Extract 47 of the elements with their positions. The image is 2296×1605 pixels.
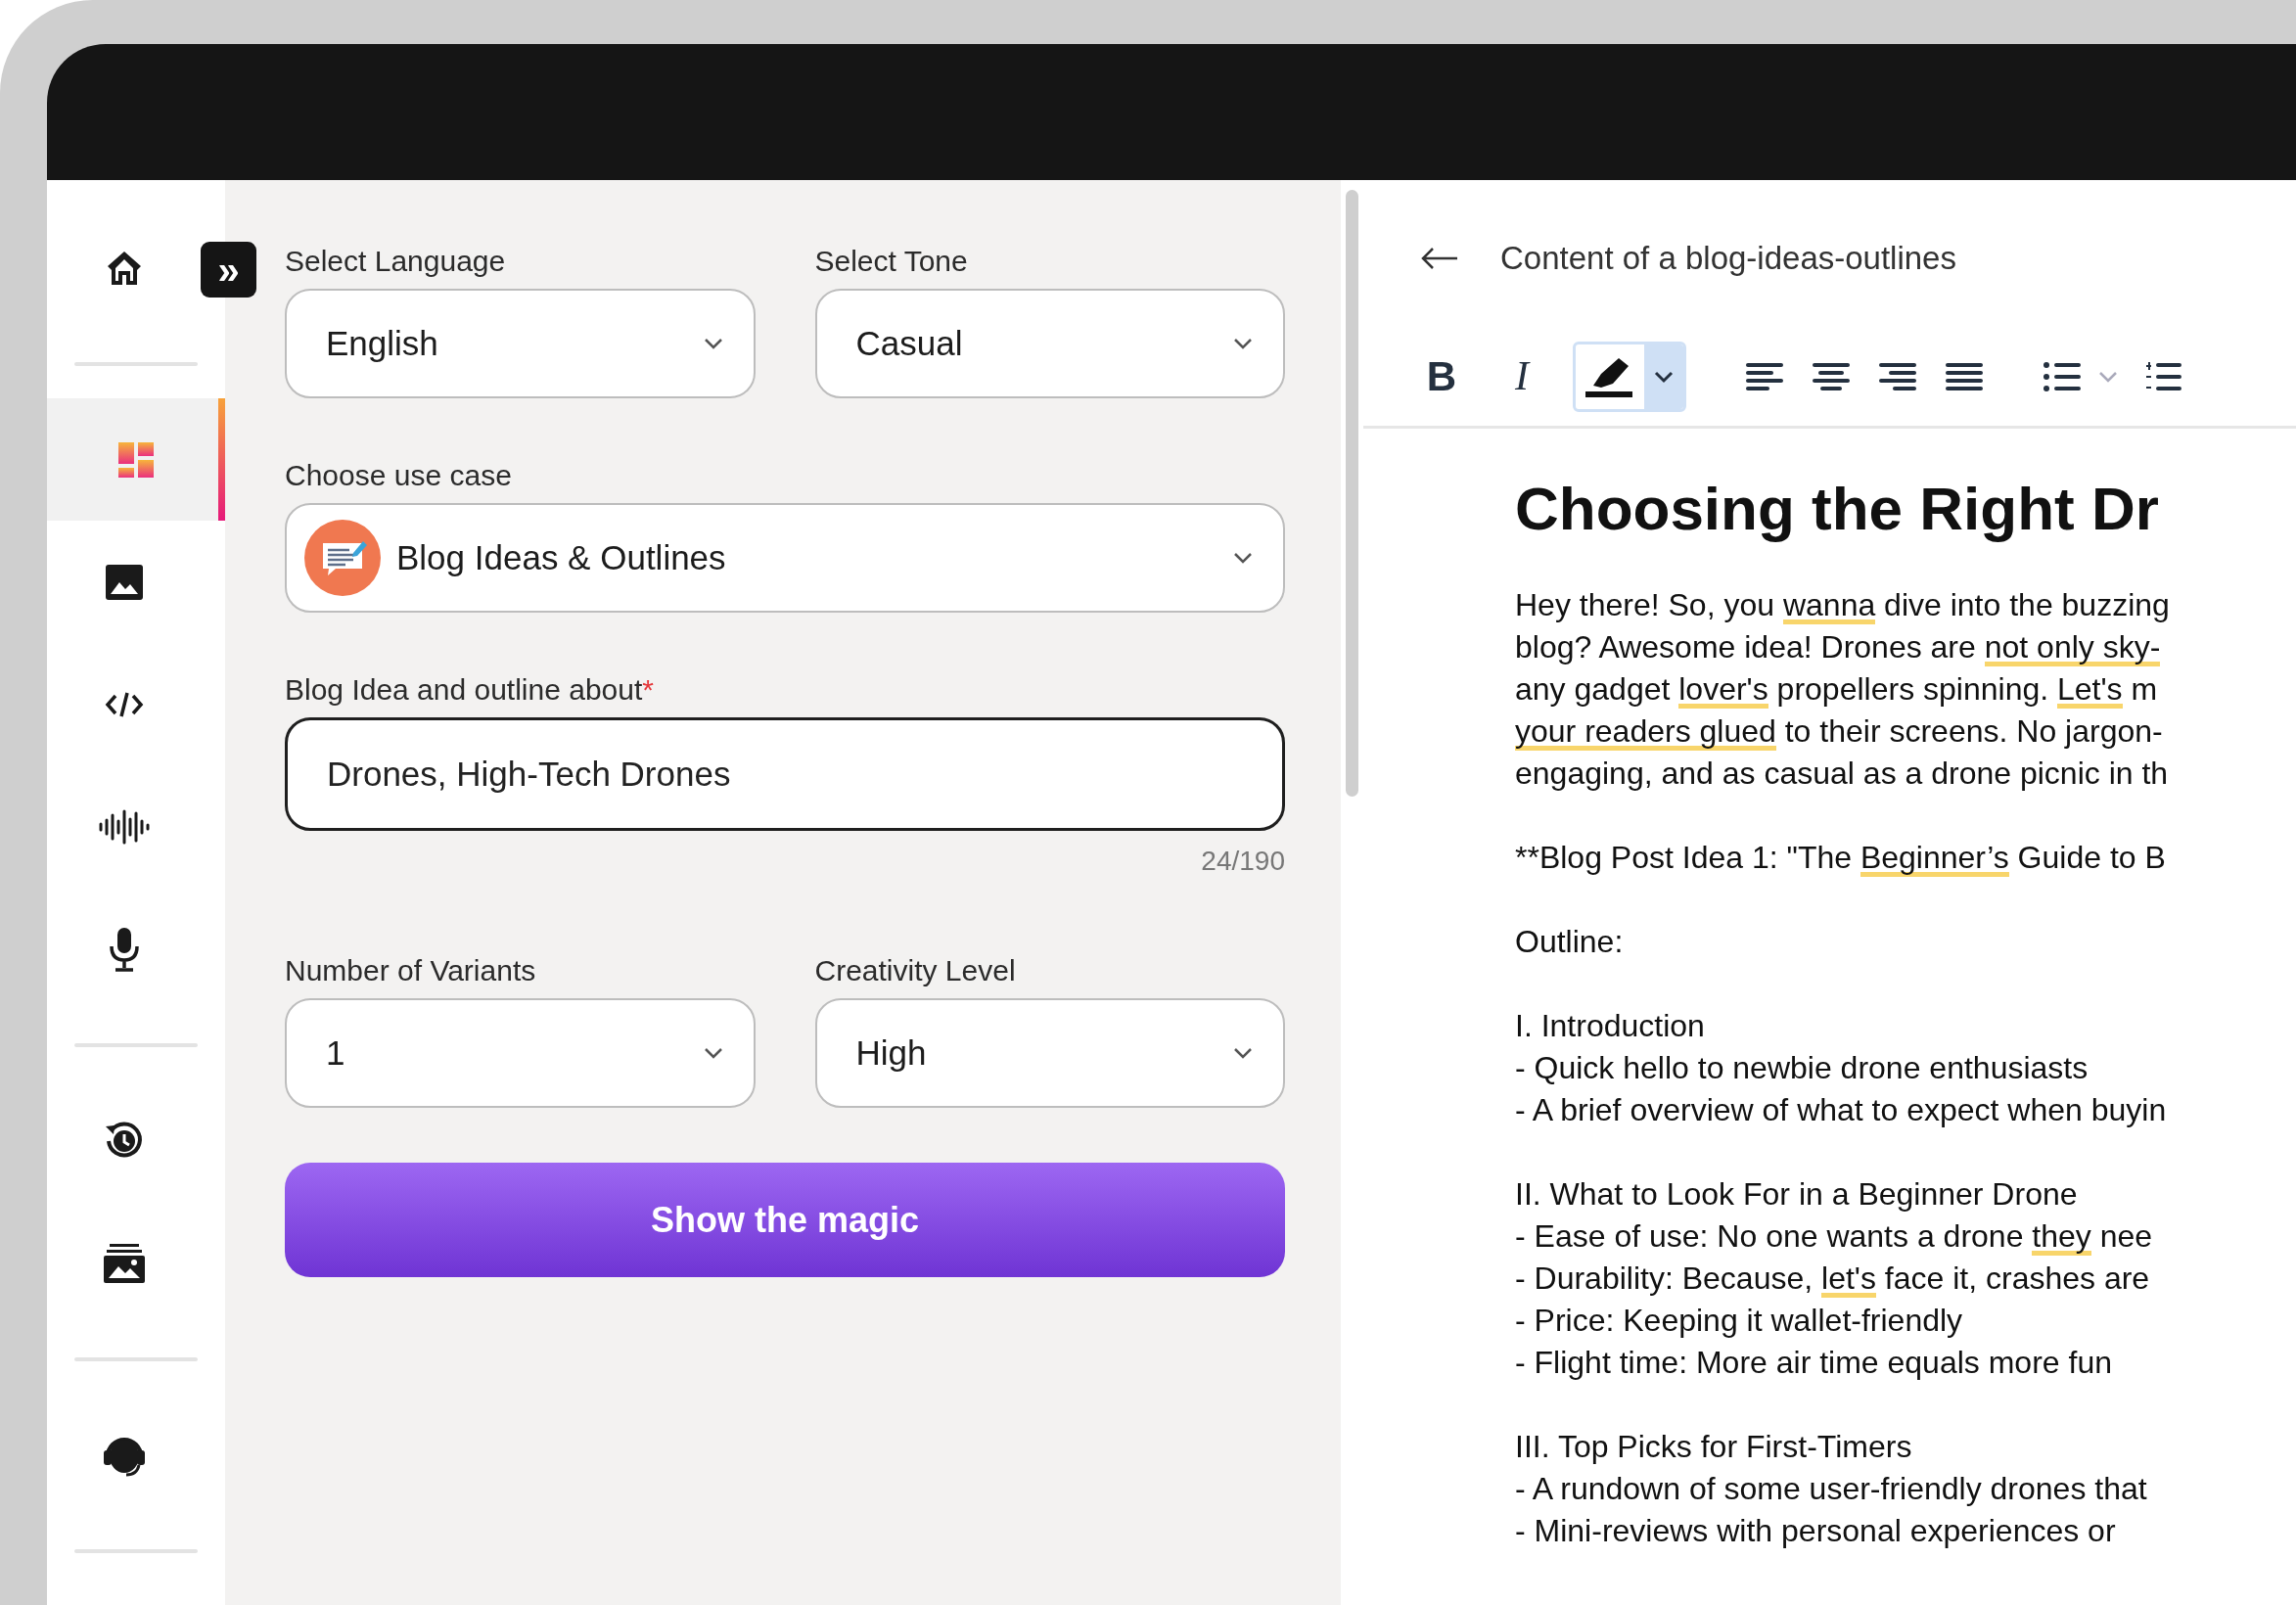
- chevron-icon: [1232, 1046, 1254, 1060]
- collapse-button[interactable]: »: [201, 242, 256, 298]
- dropdown[interactable]: Blog Ideas & Outlines: [285, 503, 1285, 613]
- field-label: Creativity Level: [814, 953, 1016, 988]
- dropdown[interactable]: High: [814, 998, 1285, 1108]
- field-label: Blog Idea and outline about: [285, 672, 643, 708]
- chevron-icon: [702, 1046, 724, 1060]
- align-left-icon: [1745, 360, 1784, 392]
- dropdown[interactable]: Casual: [814, 289, 1285, 398]
- paragraph: **Blog Post Idea 1: "The Beginner’s Guide to B: [1515, 839, 2167, 880]
- paragraph: Hey there! So, you wanna dive into the buzzing blog? Awesome idea! Drones are not only sky- any gadget lover's propellers spinning. Let's m your readers glued to their screens. No jargon- engaging, and as casual as a drone picnic in th: [1515, 586, 2171, 794]
- align-center-icon: [1812, 360, 1851, 392]
- required-mark: *: [642, 672, 654, 708]
- justify-icon: [1945, 360, 1984, 392]
- field-label: Select Language: [285, 244, 506, 279]
- back-arrow-icon[interactable]: [1420, 247, 1459, 270]
- field-label: Number of Variants: [285, 953, 536, 988]
- character-counter: 24/190: [1201, 846, 1285, 876]
- document-title: Content of a blog-ideas-outlines: [1500, 239, 1956, 279]
- document-heading: Choosing the Right Dr: [1515, 474, 2160, 544]
- chevron-icon: [1232, 551, 1254, 565]
- dashboard-icon: [116, 439, 156, 480]
- numbered-list-icon: [2144, 359, 2181, 393]
- submit-button[interactable]: Show the magic: [285, 1163, 1285, 1277]
- field-label: Choose use case: [285, 458, 512, 493]
- paragraph: II. What to Look For in a Beginner Drone - Ease of use: No one wants a drone they nee - Durability: Because, let's face it, crashes are - Price: Keeping it wallet-friendly - Flight time: More air time equals more fun: [1515, 1175, 2154, 1383]
- paragraph: Outline:: [1515, 923, 1625, 962]
- chevron-icon: [1653, 369, 1675, 384]
- gallery-icon: [103, 1243, 145, 1283]
- dropdown[interactable]: English: [285, 289, 756, 398]
- bold-button[interactable]: B: [1412, 341, 1471, 412]
- paragraph: III. Top Picks for First-Timers - A rundown of some user-friendly drones that - Mini-reviews with personal experiences or: [1515, 1428, 2148, 1551]
- text-input[interactable]: Drones, High-Tech Drones: [285, 717, 1285, 831]
- align-right-icon: [1878, 360, 1917, 392]
- paragraph: I. Introduction - Quick hello to newbie drone enthusiasts - A brief overview of what to expect when buyin: [1515, 1007, 2168, 1130]
- image-icon: [105, 564, 143, 600]
- dropdown[interactable]: 1: [285, 998, 756, 1108]
- chevron-icon: [2097, 369, 2119, 384]
- document-icon: [304, 520, 381, 596]
- italic-button[interactable]: I: [1492, 341, 1551, 412]
- scrollbar-thumb[interactable]: [1346, 190, 1358, 797]
- highlight-button[interactable]: [1573, 341, 1686, 412]
- bullet-list-icon: [2043, 360, 2082, 392]
- chevron-icon: [702, 337, 724, 350]
- microphone-icon: [107, 926, 141, 972]
- field-label: Select Tone: [814, 244, 968, 279]
- chevron-icon: [1232, 337, 1254, 350]
